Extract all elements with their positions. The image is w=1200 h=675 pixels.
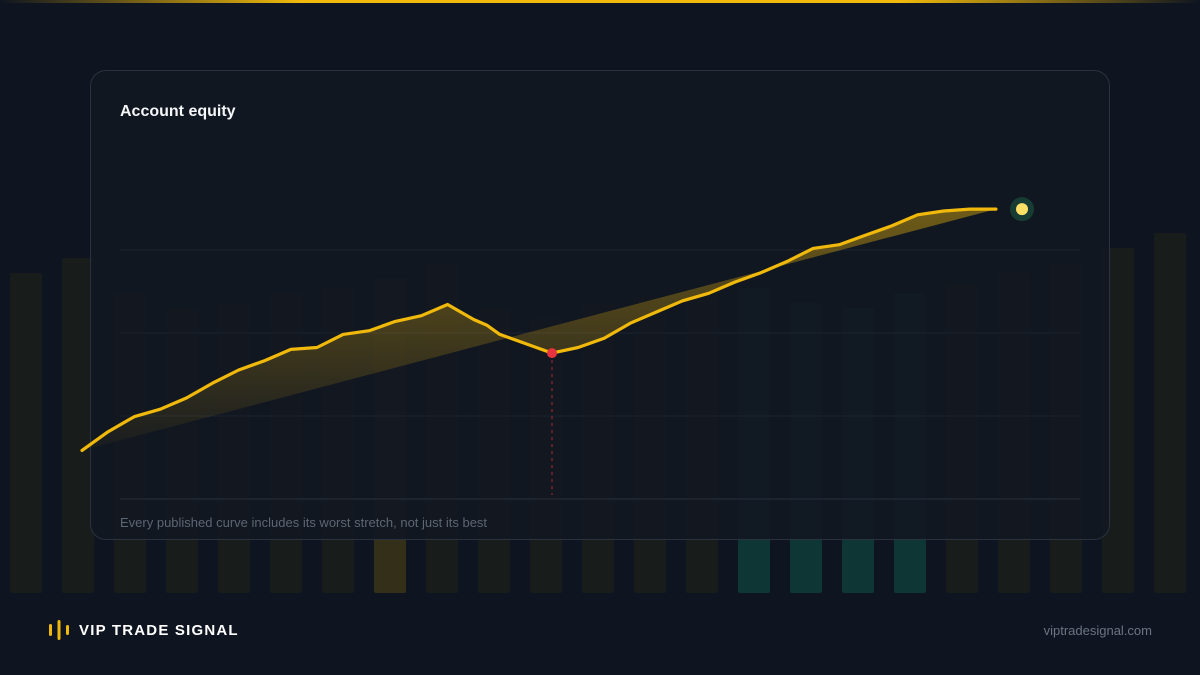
site-url[interactable]: viptradesignal.com xyxy=(1044,623,1152,638)
brand-name: VIP TRADE SIGNAL xyxy=(79,621,239,639)
card-caption: Every published curve includes its worst… xyxy=(120,515,488,530)
signal-bars-icon xyxy=(49,620,69,640)
brand: VIP TRADE SIGNAL xyxy=(48,619,239,641)
equity-chart xyxy=(80,197,1080,500)
end-marker xyxy=(1016,203,1028,216)
drawdown-marker xyxy=(547,348,557,359)
equity-area xyxy=(82,209,996,451)
